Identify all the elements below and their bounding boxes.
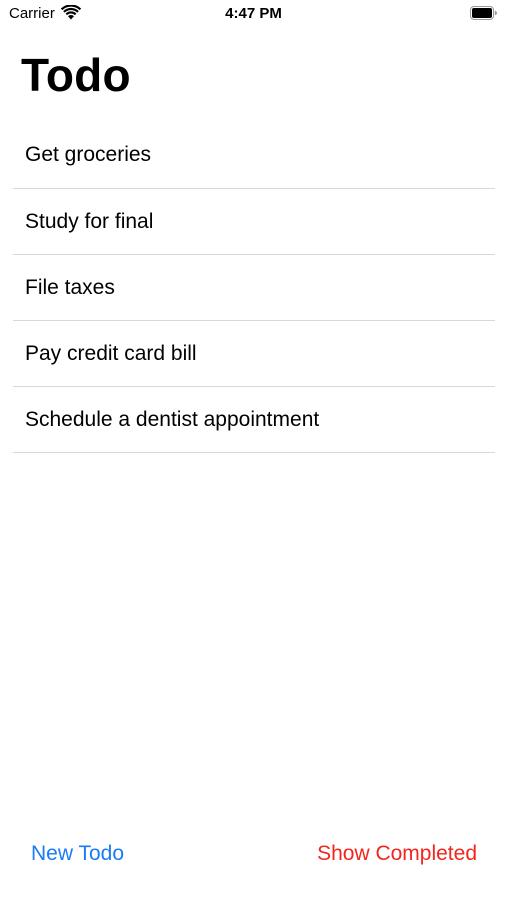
todo-label: Pay credit card bill [25,341,197,365]
todo-label: Study for final [25,209,154,233]
status-time: 4:47 PM [225,5,282,22]
status-bar: Carrier 4:47 PM [0,0,507,28]
page-title: Todo [21,49,131,101]
list-item[interactable]: Study for final [13,189,495,255]
list-item[interactable]: Get groceries [13,122,495,189]
todo-label: Schedule a dentist appointment [25,407,320,431]
todo-label: File taxes [25,275,115,299]
list-item[interactable]: Schedule a dentist appointment [13,387,495,453]
battery-full-icon [470,6,497,20]
show-completed-button[interactable]: Show Completed [317,842,477,866]
list-item[interactable]: File taxes [13,255,495,321]
list-item[interactable]: Pay credit card bill [13,321,495,387]
todo-list: Get groceries Study for final File taxes… [13,122,495,453]
todo-label: Get groceries [25,143,152,166]
bottom-toolbar: New Todo Show Completed [0,842,507,874]
new-todo-button[interactable]: New Todo [31,842,124,866]
